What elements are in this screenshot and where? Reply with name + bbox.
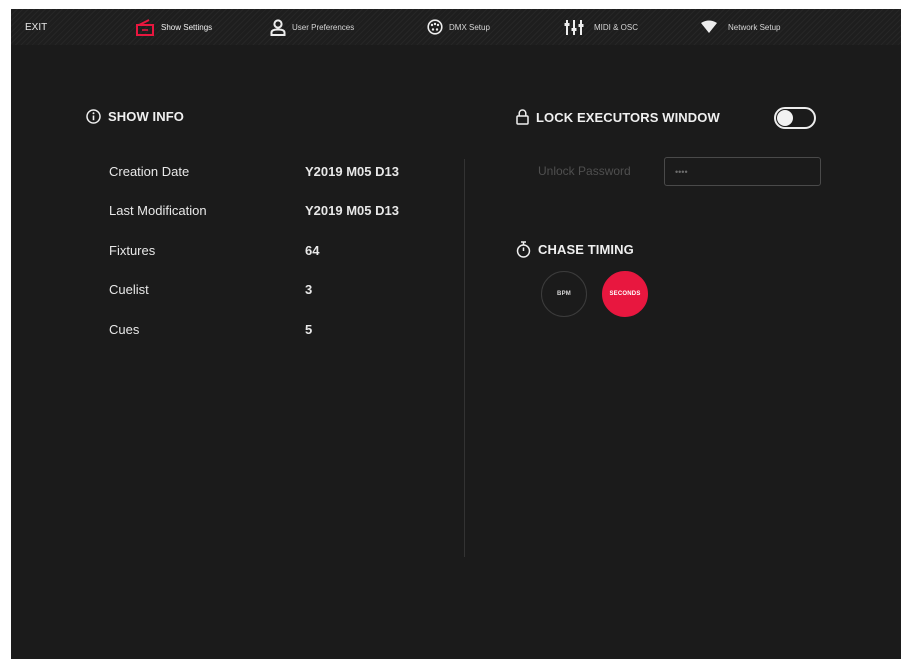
fixtures-value: 64 bbox=[305, 243, 320, 258]
cuelist-label: Cuelist bbox=[109, 282, 149, 297]
lock-executors-title: LOCK EXECUTORS WINDOW bbox=[536, 109, 720, 125]
unlock-password-label: Unlock Password bbox=[538, 164, 631, 178]
app-window: EXIT Show Settings User Preferences DMX … bbox=[11, 9, 901, 659]
last-modification-label: Last Modification bbox=[109, 203, 207, 218]
info-icon bbox=[86, 109, 101, 124]
chase-timing-heading: CHASE TIMING bbox=[516, 241, 634, 258]
wifi-icon bbox=[700, 20, 718, 34]
cues-label: Cues bbox=[109, 322, 140, 337]
lock-executors-toggle[interactable] bbox=[774, 107, 816, 129]
show-info-heading: SHOW INFO bbox=[86, 109, 184, 124]
tab-user-preferences-label: User Preferences bbox=[292, 22, 355, 32]
tab-network-setup[interactable]: Network Setup bbox=[700, 9, 780, 45]
column-divider bbox=[464, 159, 465, 557]
exit-label: EXIT bbox=[25, 21, 48, 33]
show-settings-icon bbox=[136, 18, 155, 36]
tab-user-preferences[interactable]: User Preferences bbox=[270, 9, 354, 45]
stopwatch-icon bbox=[516, 241, 531, 258]
tab-show-settings-label: Show Settings bbox=[161, 22, 213, 32]
bpm-label: BPM bbox=[557, 291, 571, 297]
toggle-knob bbox=[777, 110, 793, 126]
tab-network-setup-label: Network Setup bbox=[728, 22, 781, 32]
cuelist-value: 3 bbox=[305, 282, 313, 297]
last-modification-value: Y2019 M05 D13 bbox=[305, 203, 399, 218]
lock-icon bbox=[516, 109, 529, 125]
faders-icon bbox=[564, 19, 584, 36]
exit-button[interactable]: EXIT bbox=[25, 9, 47, 45]
seconds-label: SECONDS bbox=[609, 291, 641, 297]
chase-timing-title: CHASE TIMING bbox=[538, 242, 634, 257]
tab-midi-osc-label: MIDI & OSC bbox=[594, 22, 639, 32]
show-info-title: SHOW INFO bbox=[108, 109, 185, 124]
bpm-button[interactable]: BPM bbox=[541, 271, 587, 317]
tab-show-settings[interactable]: Show Settings bbox=[136, 9, 212, 45]
tab-dmx-setup[interactable]: DMX Setup bbox=[427, 9, 490, 45]
tab-midi-osc[interactable]: MIDI & OSC bbox=[564, 9, 638, 45]
user-icon bbox=[270, 18, 286, 36]
unlock-password-field[interactable] bbox=[664, 157, 821, 186]
seconds-button[interactable]: SECONDS bbox=[602, 271, 648, 317]
creation-date-value: Y2019 M05 D13 bbox=[305, 164, 399, 179]
lock-executors-heading: LOCK EXECUTORS WINDOW bbox=[516, 109, 720, 125]
creation-date-label: Creation Date bbox=[109, 164, 190, 179]
tab-dmx-setup-label: DMX Setup bbox=[449, 22, 490, 32]
dmx-connector-icon bbox=[427, 19, 443, 35]
fixtures-label: Fixtures bbox=[109, 243, 156, 258]
top-navigation-bar: EXIT Show Settings User Preferences DMX … bbox=[11, 9, 901, 45]
cues-value: 5 bbox=[305, 322, 313, 337]
